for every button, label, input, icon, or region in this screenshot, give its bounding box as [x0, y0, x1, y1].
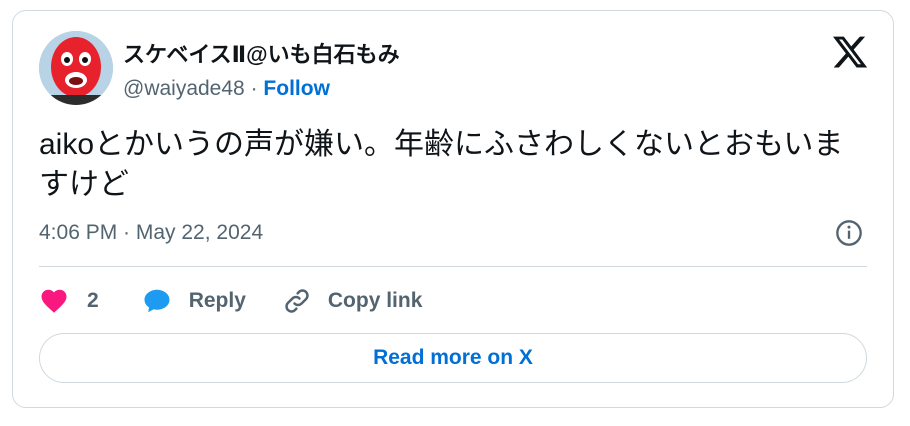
divider — [39, 266, 867, 267]
x-logo-icon[interactable] — [831, 33, 869, 71]
reply-label: Reply — [188, 289, 246, 312]
author-handle[interactable]: @waiyade48 — [123, 77, 245, 100]
action-bar: 2 Reply Copy link — [39, 281, 422, 321]
avatar-image — [39, 31, 113, 105]
like-count: 2 — [87, 289, 99, 312]
follow-button[interactable]: Follow — [263, 77, 330, 100]
heart-icon — [41, 289, 67, 313]
author-display-name[interactable]: スケベイスⅡ@いも白石もみ — [123, 37, 400, 69]
copy-link-label: Copy link — [327, 289, 423, 312]
tweet-text: aikoとかいうの声が嫌い。年齢にふさわしくないとおもいますけど — [39, 128, 844, 201]
speech-bubble-icon — [144, 289, 170, 313]
embedded-tweet-card: スケベイスⅡ@いも白石もみ @waiyade48 · Follow aikoとか… — [12, 10, 894, 408]
handle-separator: · — [250, 77, 258, 100]
info-icon[interactable] — [835, 219, 863, 247]
like-button[interactable]: 2 — [39, 286, 99, 316]
link-icon — [285, 289, 309, 313]
copy-link-button[interactable]: Copy link — [282, 286, 423, 316]
avatar[interactable] — [39, 31, 113, 105]
tweet-timestamp[interactable]: 4:06 PM · May 22, 2024 — [39, 221, 263, 245]
author-handle-row: @waiyade48 · Follow — [123, 77, 330, 101]
read-more-button[interactable]: Read more on X — [39, 333, 867, 383]
reply-button[interactable]: Reply — [141, 286, 246, 316]
